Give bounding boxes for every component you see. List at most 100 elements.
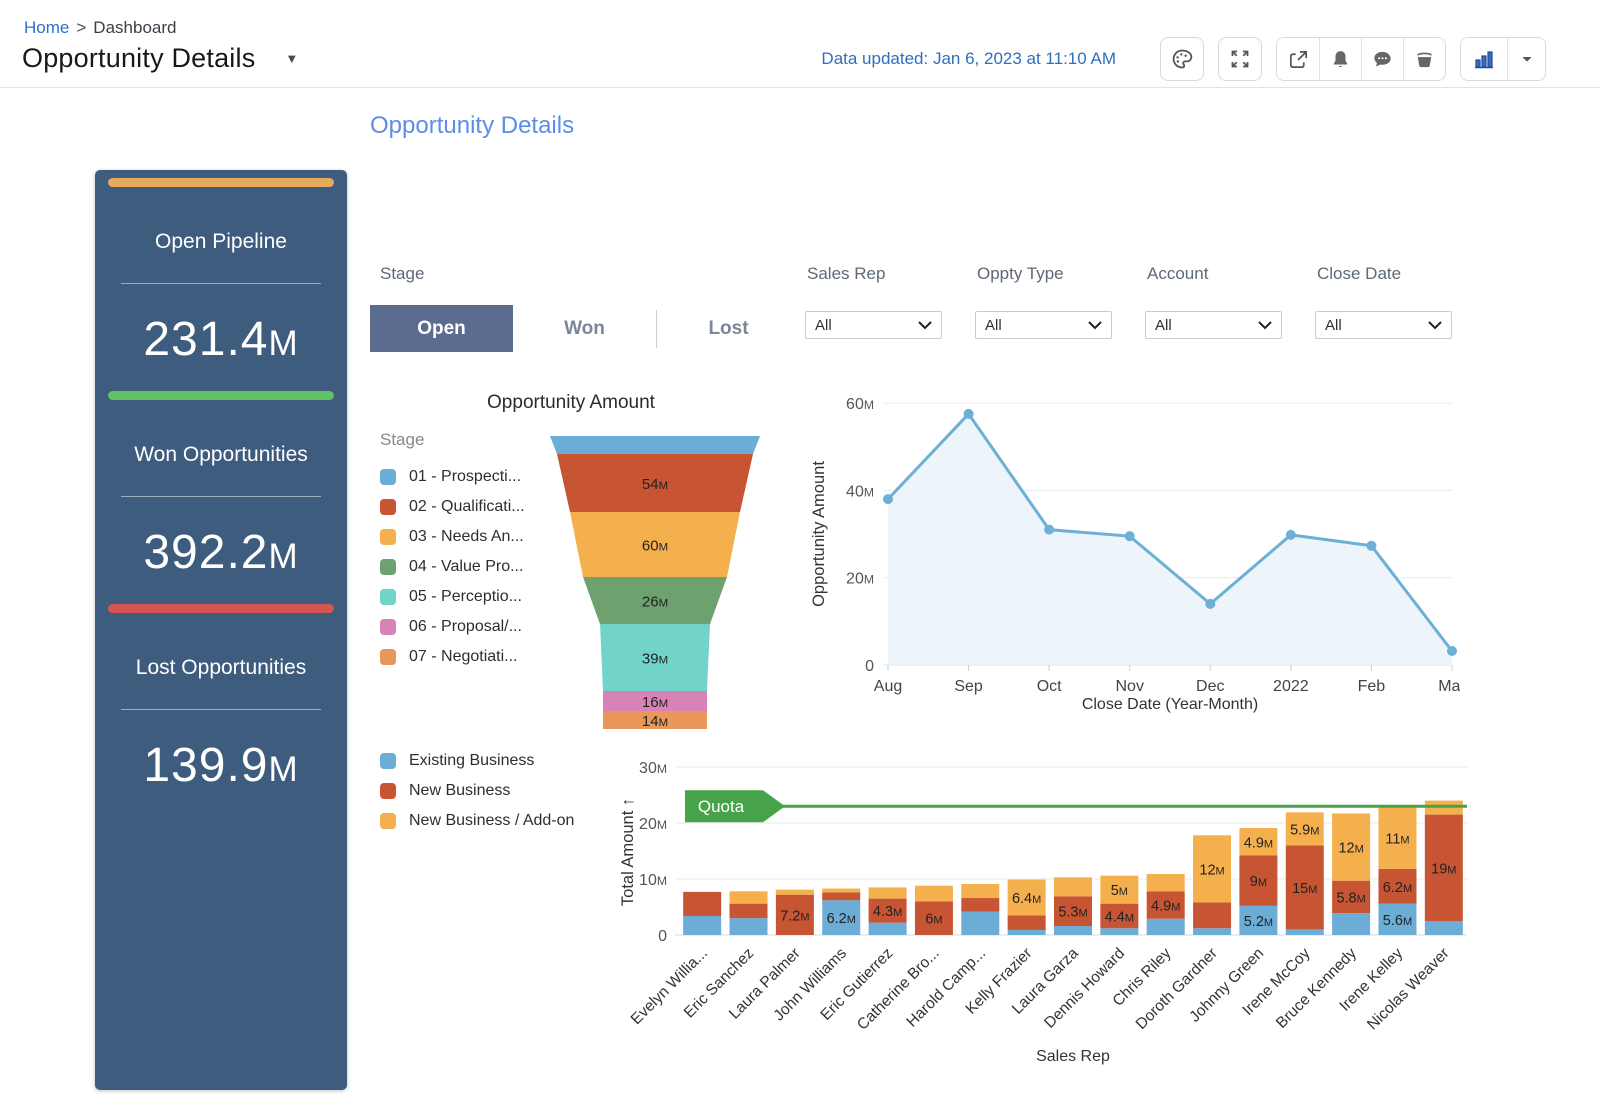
bar-segment-label: 7.2M bbox=[780, 908, 809, 924]
sales-rep-select[interactable]: All bbox=[805, 311, 942, 339]
close-date-select[interactable]: All bbox=[1315, 311, 1452, 339]
filter-label: Sales Rep bbox=[805, 264, 942, 284]
legend-item[interactable]: 07 - Negotiati... bbox=[380, 649, 525, 665]
data-point[interactable] bbox=[1366, 541, 1376, 551]
y-tick-label: 0 bbox=[865, 658, 874, 675]
data-point[interactable] bbox=[1205, 599, 1215, 609]
data-point[interactable] bbox=[964, 409, 974, 419]
title-caret-down-icon[interactable]: ▼ bbox=[285, 51, 298, 66]
funnel-chart: 54M60M26M39M16M14M bbox=[549, 436, 761, 736]
legend-item[interactable]: Existing Business bbox=[380, 753, 574, 769]
bar-segment[interactable] bbox=[1008, 930, 1046, 935]
bar-segment[interactable] bbox=[1054, 926, 1092, 935]
tab-lost[interactable]: Lost bbox=[657, 305, 800, 352]
x-tick-label: 2022 bbox=[1273, 678, 1309, 695]
bar-segment[interactable] bbox=[961, 884, 999, 898]
bar-segment[interactable] bbox=[683, 916, 721, 935]
palette-button[interactable] bbox=[1160, 37, 1204, 81]
bar-segment[interactable] bbox=[1147, 919, 1185, 935]
bar-chart-xlabel: Sales Rep bbox=[913, 1048, 1233, 1066]
bar-segment[interactable] bbox=[822, 892, 860, 900]
data-point[interactable] bbox=[1286, 530, 1296, 540]
bar-chart-legend: Existing Business New Business New Busines… bbox=[380, 753, 574, 843]
bar-segment[interactable] bbox=[683, 892, 721, 916]
window-title: Opportunity Details bbox=[22, 43, 255, 74]
comments-button[interactable] bbox=[1361, 38, 1403, 80]
kpi-divider bbox=[121, 283, 321, 284]
chart-view-button[interactable] bbox=[1461, 38, 1507, 80]
bucket-button[interactable] bbox=[1403, 38, 1445, 80]
data-point[interactable] bbox=[1447, 646, 1457, 656]
tab-won[interactable]: Won bbox=[513, 305, 656, 352]
bar-segment[interactable] bbox=[1425, 921, 1463, 935]
bar-segment[interactable] bbox=[1193, 928, 1231, 935]
bar-segment[interactable] bbox=[730, 918, 768, 935]
bar-segment[interactable] bbox=[730, 891, 768, 903]
view-options-button[interactable] bbox=[1507, 38, 1545, 80]
bar-segment[interactable] bbox=[1054, 877, 1092, 896]
bar-segment-label: 5.8M bbox=[1336, 890, 1365, 906]
legend-label: 02 - Qualificati... bbox=[409, 498, 525, 516]
bar-segment[interactable] bbox=[1147, 874, 1185, 891]
data-point[interactable] bbox=[1125, 531, 1135, 541]
funnel-legend-title: Stage bbox=[380, 430, 525, 450]
bar-x-label: Nicolas Weaver bbox=[1364, 945, 1453, 1034]
expand-icon bbox=[1228, 47, 1252, 71]
data-point[interactable] bbox=[1044, 525, 1054, 535]
funnel-segment[interactable] bbox=[550, 436, 760, 454]
bar-segment[interactable] bbox=[869, 923, 907, 935]
bar-segment-label: 9M bbox=[1250, 874, 1267, 890]
legend-swatch bbox=[380, 783, 396, 799]
kpi-card-open-pipeline: Open Pipeline 231.4M bbox=[95, 178, 347, 367]
bar-segment[interactable] bbox=[869, 887, 907, 898]
kpi-card-won-opportunities: Won Opportunities 392.2M bbox=[95, 391, 347, 580]
breadcrumb-home-link[interactable]: Home bbox=[24, 18, 69, 37]
bar-segment[interactable] bbox=[961, 898, 999, 911]
bar-segment[interactable] bbox=[1286, 929, 1324, 935]
legend-item[interactable]: 03 - Needs An... bbox=[380, 529, 525, 545]
bar-segment[interactable] bbox=[1193, 903, 1231, 929]
bar-x-label: Dennis Howard bbox=[1041, 945, 1128, 1032]
bar-segment[interactable] bbox=[730, 904, 768, 919]
legend-swatch bbox=[380, 753, 396, 769]
legend-item[interactable]: 04 - Value Pro... bbox=[380, 559, 525, 575]
legend-item[interactable]: 06 - Proposal/... bbox=[380, 619, 525, 635]
line-chart-ylabel: Opportunity Amount bbox=[810, 461, 828, 607]
bar-segment[interactable] bbox=[1100, 928, 1138, 935]
bucket-icon bbox=[1413, 48, 1436, 71]
header-toolbar: Data updated: Jan 6, 2023 at 11:10 AM bbox=[821, 37, 1546, 81]
legend-item[interactable]: 02 - Qualificati... bbox=[380, 499, 525, 515]
share-button[interactable] bbox=[1277, 38, 1319, 80]
bar-segment[interactable] bbox=[915, 886, 953, 902]
account-select[interactable]: All bbox=[1145, 311, 1282, 339]
y-tick-label: 40M bbox=[846, 483, 874, 500]
select-value: All bbox=[1325, 317, 1342, 334]
tab-open[interactable]: Open bbox=[370, 305, 513, 352]
chevron-down-icon bbox=[918, 321, 932, 330]
bar-segment[interactable] bbox=[822, 889, 860, 893]
legend-item[interactable]: New Business / Add-on bbox=[380, 813, 574, 829]
bar-segment-label: 6.2M bbox=[1383, 880, 1412, 896]
oppty-type-select[interactable]: All bbox=[975, 311, 1112, 339]
bar-segment-label: 11M bbox=[1385, 832, 1409, 848]
bar-segment[interactable] bbox=[961, 911, 999, 935]
bar-segment[interactable] bbox=[1332, 913, 1370, 935]
quota-label: Quota bbox=[698, 797, 745, 816]
legend-item[interactable]: New Business bbox=[380, 783, 574, 799]
data-updated-text: Data updated: Jan 6, 2023 at 11:10 AM bbox=[821, 49, 1116, 69]
bar-segment[interactable] bbox=[776, 890, 814, 895]
notifications-button[interactable] bbox=[1319, 38, 1361, 80]
legend-swatch bbox=[380, 559, 396, 575]
bar-segment-label: 6.2M bbox=[827, 911, 856, 927]
data-point[interactable] bbox=[883, 494, 893, 504]
kpi-label: Won Opportunities bbox=[95, 443, 347, 467]
filter-close-date: Close Date All bbox=[1315, 264, 1452, 339]
dashboard-page: Home>Dashboard Opportunity Details ▼ Dat… bbox=[0, 0, 1600, 1112]
bar-legend-items: Existing Business New Business New Busines… bbox=[380, 753, 574, 829]
x-tick-label: Oct bbox=[1037, 678, 1062, 695]
bar-segment[interactable] bbox=[1008, 915, 1046, 930]
legend-item[interactable]: 01 - Prospecti... bbox=[380, 469, 525, 485]
y-tick-label: 0 bbox=[658, 928, 667, 945]
legend-item[interactable]: 05 - Perceptio... bbox=[380, 589, 525, 605]
expand-button[interactable] bbox=[1218, 37, 1262, 81]
